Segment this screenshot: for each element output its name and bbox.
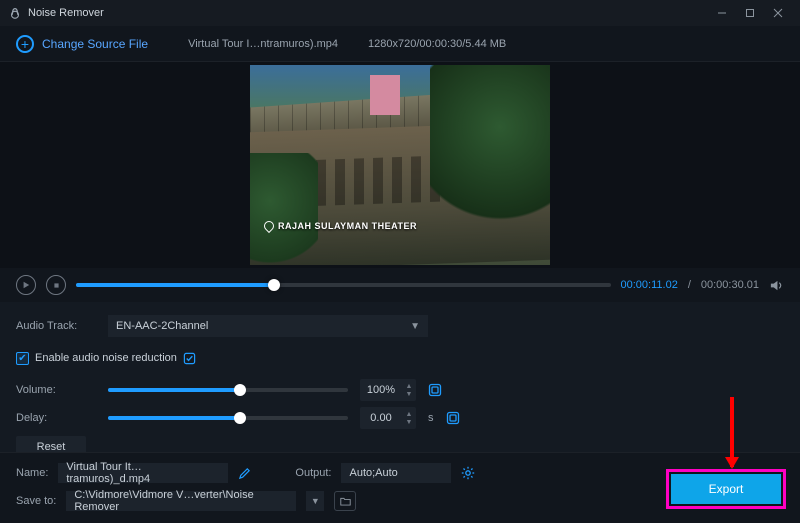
chevron-down-icon: ▼ (410, 321, 420, 332)
video-preview[interactable]: RAJAH SULAYMAN THEATER (250, 65, 550, 265)
delay-slider[interactable] (108, 416, 348, 420)
plus-icon: + (16, 35, 34, 53)
play-button[interactable] (16, 275, 36, 295)
delay-label: Delay: (16, 412, 96, 424)
seek-thumb[interactable] (268, 279, 280, 291)
maximize-button[interactable] (736, 0, 764, 26)
time-current: 00:00:11.02 (621, 279, 678, 291)
video-caption-text: RAJAH SULAYMAN THEATER (278, 221, 417, 231)
export-label: Export (709, 482, 744, 496)
app-icon (8, 6, 22, 20)
volume-value-input[interactable]: 100% ▲▼ (360, 379, 416, 401)
audio-track-value: EN-AAC-2Channel (116, 320, 208, 332)
volume-label: Volume: (16, 384, 96, 396)
titlebar: Noise Remover (0, 0, 800, 26)
output-name-field[interactable]: Virtual Tour It…tramuros)_d.mp4 (58, 463, 228, 483)
delay-value: 0.00 (360, 412, 402, 424)
video-caption: RAJAH SULAYMAN THEATER (264, 221, 417, 231)
playback-bar: 00:00:11.02 / 00:00:30.01 (0, 268, 800, 302)
delay-value-input[interactable]: 0.00 ▲▼ (360, 407, 416, 429)
location-pin-icon (262, 219, 276, 233)
volume-reset-icon[interactable] (428, 383, 442, 397)
controls-panel: Audio Track: EN-AAC-2Channel ▼ ✔ Enable … (0, 302, 800, 464)
change-source-label: Change Source File (42, 37, 148, 51)
output-settings-icon[interactable] (461, 466, 475, 480)
edit-name-icon[interactable] (238, 467, 251, 480)
time-separator: / (688, 279, 691, 291)
export-region: Export (666, 469, 786, 509)
source-meta: 1280x720/00:00:30/5.44 MB (368, 38, 506, 50)
time-total: 00:00:30.01 (701, 279, 759, 291)
seek-slider[interactable] (76, 283, 611, 287)
export-button[interactable]: Export (671, 474, 781, 504)
source-toolbar: + Change Source File Virtual Tour I…ntra… (0, 26, 800, 62)
audio-track-label: Audio Track: (16, 320, 96, 332)
output-format-field[interactable]: Auto;Auto (341, 463, 451, 483)
export-highlight-annotation: Export (666, 469, 786, 509)
close-button[interactable] (764, 0, 792, 26)
video-preview-area: RAJAH SULAYMAN THEATER (0, 62, 800, 268)
annotation-arrow (730, 397, 734, 467)
minimize-button[interactable] (708, 0, 736, 26)
noise-reduction-info-icon[interactable] (183, 352, 196, 365)
volume-value: 100% (360, 384, 402, 396)
volume-stepper[interactable]: ▲▼ (402, 383, 416, 398)
output-format-label: Output: (295, 467, 331, 479)
change-source-button[interactable]: + Change Source File (16, 35, 148, 53)
saveto-label: Save to: (16, 495, 56, 507)
volume-slider[interactable] (108, 388, 348, 392)
delay-stepper[interactable]: ▲▼ (402, 411, 416, 426)
seek-fill (76, 283, 274, 287)
noise-reduction-checkbox[interactable]: ✔ (16, 352, 29, 365)
delay-unit: s (428, 412, 434, 424)
stop-button[interactable] (46, 275, 66, 295)
noise-reduction-label: Enable audio noise reduction (35, 352, 177, 364)
output-name-label: Name: (16, 467, 48, 479)
saveto-field[interactable]: C:\Vidmore\Vidmore V…verter\Noise Remove… (66, 491, 296, 511)
open-folder-button[interactable] (334, 491, 356, 511)
app-title: Noise Remover (28, 7, 104, 19)
source-filename: Virtual Tour I…ntramuros).mp4 (188, 38, 338, 50)
saveto-dropdown[interactable]: ▼ (306, 491, 324, 511)
audio-track-select[interactable]: EN-AAC-2Channel ▼ (108, 315, 428, 337)
volume-icon[interactable] (769, 278, 784, 293)
delay-reset-icon[interactable] (446, 411, 460, 425)
